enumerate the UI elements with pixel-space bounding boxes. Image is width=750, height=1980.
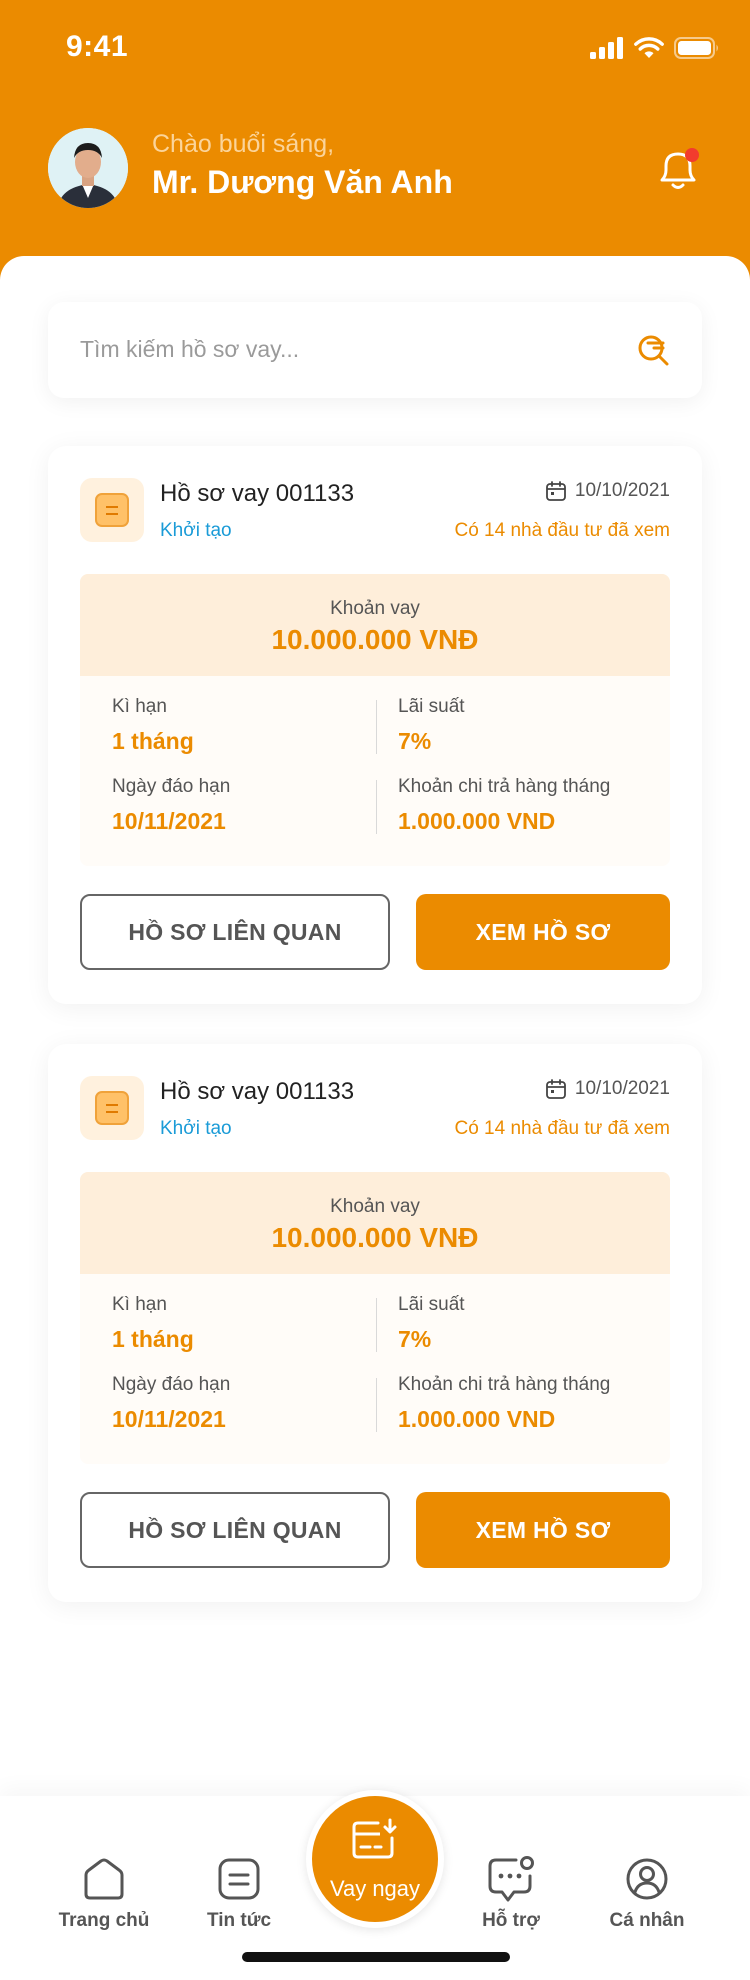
rate-label: Lãi suất [398, 696, 465, 717]
tab-label: Trang chủ [58, 1910, 150, 1931]
search-icon[interactable] [636, 332, 672, 368]
tab-profile[interactable]: Cá nhân [582, 1856, 712, 1956]
maturity-label: Ngày đáo hạn [112, 1374, 231, 1395]
tab-home[interactable]: Trang chủ [39, 1856, 169, 1956]
card-date-value: 10/10/2021 [574, 1078, 670, 1099]
card-status: Khởi tạo [160, 1118, 232, 1139]
signal-icon [590, 37, 623, 59]
divider [376, 1298, 377, 1352]
status-bar: 9:41 [0, 0, 750, 96]
status-time: 9:41 [66, 30, 129, 63]
card-title: Hồ sơ vay 001133 [160, 480, 355, 507]
term-value: 1 tháng [112, 1326, 194, 1352]
monthly-payment-label: Khoản chi trả hàng tháng [398, 1374, 611, 1395]
status-icons [590, 34, 720, 62]
view-file-button[interactable]: XEM HỒ SƠ [416, 894, 670, 970]
rate-value: 7% [398, 728, 432, 754]
borrow-now-button[interactable]: Vay ngay [306, 1790, 444, 1928]
loan-amount-header: Khoản vay 10.000.000 VNĐ [80, 574, 670, 676]
related-files-button[interactable]: HỒ SƠ LIÊN QUAN [80, 894, 390, 970]
related-files-button[interactable]: HỒ SƠ LIÊN QUAN [80, 1492, 390, 1568]
card-status: Khởi tạo [160, 520, 232, 541]
chat-icon [488, 1856, 534, 1902]
card-viewers: Có 14 nhà đầu tư đã xem [454, 520, 670, 541]
calendar-icon [546, 1079, 566, 1099]
card-viewers: Có 14 nhà đầu tư đã xem [454, 1118, 670, 1139]
document-icon [80, 1076, 144, 1140]
monthly-payment-value: 1.000.000 VND [398, 808, 556, 834]
notification-dot [685, 148, 699, 162]
loan-details: Khoản vay 10.000.000 VNĐ Kì hạn 1 tháng … [80, 1172, 670, 1464]
tab-label: Hỗ trợ [482, 1910, 540, 1931]
home-indicator [242, 1952, 510, 1962]
loan-label: Khoản vay [330, 1196, 420, 1217]
monthly-payment-label: Khoản chi trả hàng tháng [398, 776, 611, 797]
document-icon [80, 478, 144, 542]
loan-details: Khoản vay 10.000.000 VNĐ Kì hạn 1 tháng … [80, 574, 670, 866]
user-icon [626, 1858, 668, 1900]
rate-value: 7% [398, 1326, 432, 1352]
bell-icon [660, 148, 699, 189]
news-icon [218, 1858, 260, 1900]
card-date-value: 10/10/2021 [574, 480, 670, 501]
wifi-icon [634, 37, 664, 58]
loan-icon [352, 1818, 397, 1859]
search-input[interactable]: Tìm kiếm hồ sơ vay... [80, 336, 299, 363]
loan-card[interactable]: Hồ sơ vay 001133 Khởi tạo 10/10/2021 Có … [48, 1044, 702, 1602]
tab-label: Cá nhân [609, 1910, 685, 1931]
maturity-value: 10/11/2021 [112, 1406, 226, 1432]
notification-button[interactable] [652, 144, 704, 196]
maturity-value: 10/11/2021 [112, 808, 226, 834]
card-date: 10/10/2021 [545, 1078, 670, 1100]
battery-icon [674, 37, 718, 59]
search-bar[interactable]: Tìm kiếm hồ sơ vay... [48, 302, 702, 398]
monthly-payment-value: 1.000.000 VND [398, 1406, 556, 1432]
term-value: 1 tháng [112, 728, 194, 754]
card-title: Hồ sơ vay 001133 [160, 1078, 355, 1105]
term-label: Kì hạn [112, 696, 167, 717]
tab-label: Tin tức [206, 1910, 272, 1931]
home-icon [84, 1858, 124, 1900]
avatar[interactable] [48, 128, 128, 208]
divider [376, 1378, 377, 1432]
borrow-now-label: Vay ngay [329, 1876, 421, 1901]
tab-support[interactable]: Hỗ trợ [446, 1856, 576, 1956]
greeting-text: Chào buổi sáng, [152, 130, 335, 158]
rate-label: Lãi suất [398, 1294, 465, 1315]
user-name: Mr. Dương Văn Anh [152, 164, 453, 200]
loan-card[interactable]: Hồ sơ vay 001133 Khởi tạo 10/10/2021 Có … [48, 446, 702, 1004]
loan-label: Khoản vay [330, 598, 420, 619]
loan-amount-header: Khoản vay 10.000.000 VNĐ [80, 1172, 670, 1274]
divider [376, 780, 377, 834]
tab-news[interactable]: Tin tức [174, 1856, 304, 1956]
term-label: Kì hạn [112, 1294, 167, 1315]
card-date: 10/10/2021 [545, 480, 670, 502]
divider [376, 700, 377, 754]
loan-amount: 10.000.000 VNĐ [271, 624, 479, 655]
header: 9:41 Chào buổi sáng, Mr. Dương Văn Anh [0, 0, 750, 300]
calendar-icon [546, 481, 566, 501]
maturity-label: Ngày đáo hạn [112, 776, 231, 797]
view-file-button[interactable]: XEM HỒ SƠ [416, 1492, 670, 1568]
loan-amount: 10.000.000 VNĐ [271, 1222, 479, 1253]
